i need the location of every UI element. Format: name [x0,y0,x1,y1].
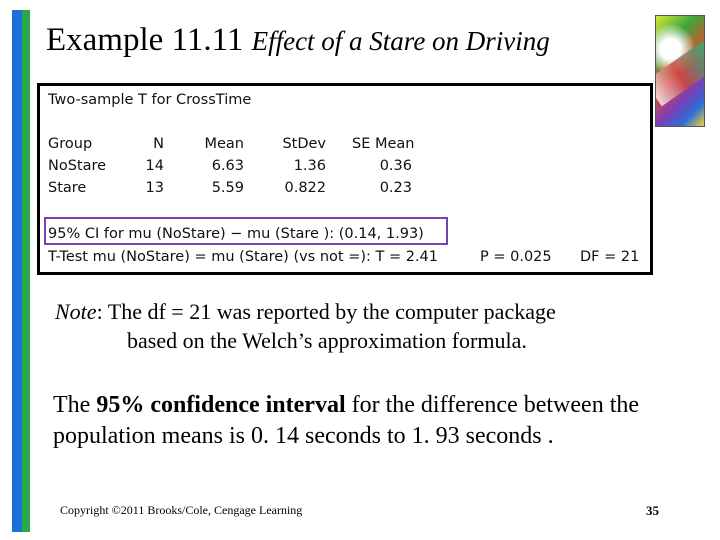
conclusion-paragraph: The 95% confidence interval for the diff… [53,390,693,452]
col-header: Mean [204,136,244,152]
table-cell: 13 [145,180,164,196]
note-line1: : The df = 21 was reported by the comput… [96,299,556,324]
table-cell: 0.822 [284,180,326,196]
table-cell: 6.63 [211,158,244,174]
title-main: Example 11.11 [46,22,244,58]
table-cell: NoStare [48,158,107,174]
col-header: N [153,136,164,152]
table-cell: 5.59 [211,180,244,196]
note-line2: based on the Welch’s approximation formu… [127,328,527,353]
table-cell: 14 [145,158,164,174]
decorative-image [655,15,705,127]
title-subtitle: Effect of a Stare on Driving [251,26,550,56]
software-output-box: Two-sample T for CrossTime Group N Mean … [37,83,653,275]
decorative-sidebar-green [22,10,30,532]
table-cell: 0.23 [379,180,412,196]
degrees-of-freedom: DF = 21 [580,249,640,265]
page-number: 35 [646,503,659,518]
decorative-sidebar-blue [12,10,22,532]
conclusion-emphasis: 95% confidence interval [96,392,346,418]
t-test-statement: T-Test mu (NoStare) = mu (Stare) (vs not… [48,249,439,265]
note-label: Note [55,299,97,324]
note-block: Note: The df = 21 was reported by the co… [55,297,556,353]
table-cell: Stare [48,180,87,196]
col-header: SE Mean [352,136,415,152]
col-header: StDev [282,136,326,152]
copyright-notice: Copyright ©2011 Brooks/Cole, Cengage Lea… [60,503,303,517]
conclusion-prefix: The [53,392,97,418]
slide-title: Example 11.11 Effect of a Stare on Drivi… [46,22,550,59]
p-value: P = 0.025 [480,249,552,265]
output-heading: Two-sample T for CrossTime [48,92,252,108]
confidence-interval-line: 95% CI for mu (NoStare) − mu (Stare ): (… [48,226,424,242]
table-cell: 0.36 [379,158,412,174]
table-cell: 1.36 [293,158,326,174]
col-header: Group [48,136,93,152]
